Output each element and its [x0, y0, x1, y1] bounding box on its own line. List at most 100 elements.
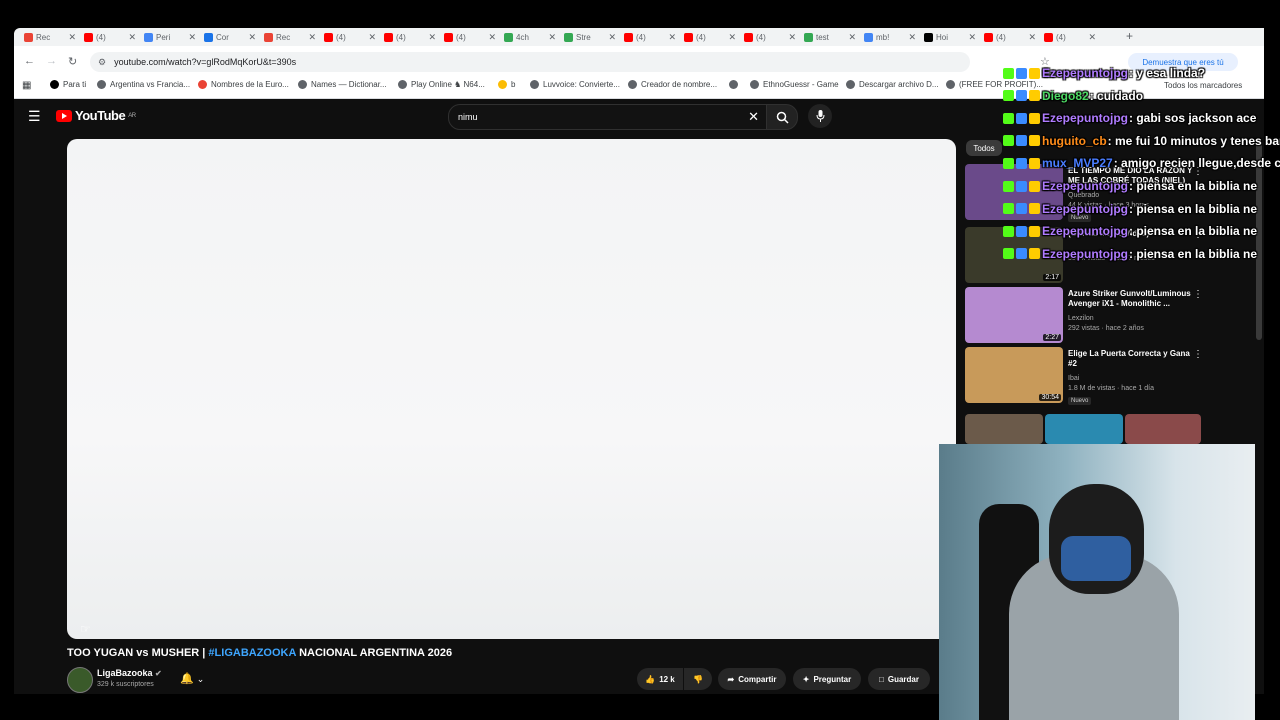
video-player[interactable] — [67, 139, 956, 639]
chat-badge-icon — [1029, 67, 1040, 79]
channel-name-text: LigaBazooka — [97, 668, 153, 678]
close-tab-icon[interactable]: ✕ — [968, 32, 976, 43]
bookmark-item[interactable]: Creador de nombre... — [628, 80, 717, 89]
voice-search-button[interactable] — [808, 104, 832, 128]
browser-tab[interactable]: (4) ✕ — [684, 30, 742, 44]
bookmark-item[interactable]: Descargar archivo D... — [846, 80, 939, 89]
hamburger-menu-icon[interactable]: ☰ — [28, 108, 41, 125]
more-options-icon[interactable]: ⋮ — [1193, 289, 1203, 300]
recommendation-item[interactable]: 30:54 Elige La Puerta Correcta y Gana #2 I… — [965, 347, 1255, 405]
close-tab-icon[interactable]: ✕ — [68, 32, 76, 43]
share-button[interactable]: ➦ Compartir — [718, 668, 786, 690]
chat-badge-icon — [1003, 225, 1014, 237]
browser-tab[interactable]: mb! ✕ — [864, 30, 922, 44]
browser-tab[interactable]: (4) ✕ — [984, 30, 1042, 44]
browser-tab[interactable]: Stre ✕ — [564, 30, 622, 44]
chat-text: : me fui 10 minutos y tenes bar — [1107, 133, 1280, 148]
bookmark-item[interactable]: Para ti — [50, 80, 86, 89]
dislike-button[interactable]: 👎 — [684, 668, 712, 690]
back-icon[interactable]: ← — [24, 55, 35, 67]
bookmark-item[interactable]: Nombres de la Euro... — [198, 80, 289, 89]
video-hashtag-link[interactable]: #LIGABAZOOKA — [208, 647, 296, 659]
close-tab-icon[interactable]: ✕ — [728, 32, 736, 43]
reload-icon[interactable]: ↻ — [68, 55, 77, 68]
new-tab-icon[interactable]: + — [1126, 29, 1133, 43]
bookmark-label: Descargar archivo D... — [859, 80, 939, 89]
bookmark-item[interactable]: Luvvoice: Convierte... — [530, 80, 620, 89]
close-tab-icon[interactable]: ✕ — [428, 32, 436, 43]
bookmark-item[interactable]: b — [498, 80, 515, 89]
chat-badge-icon — [1003, 248, 1014, 260]
youtube-logo[interactable]: YouTube AR — [56, 108, 136, 123]
tab-favicon-icon — [864, 32, 873, 42]
bookmark-favicon-icon — [398, 80, 407, 89]
close-tab-icon[interactable]: ✕ — [848, 32, 856, 43]
close-tab-icon[interactable]: ✕ — [608, 32, 616, 43]
chat-text: : cuidado — [1089, 88, 1144, 103]
browser-tab[interactable]: Peri ✕ — [144, 30, 202, 44]
chat-badge-icon — [1029, 225, 1040, 237]
sparkle-icon: ✦ — [802, 674, 810, 684]
browser-tab[interactable]: Cor ✕ — [204, 30, 262, 44]
more-options-icon[interactable]: ⋮ — [1193, 349, 1203, 360]
save-button[interactable]: □ Guardar — [868, 668, 930, 690]
browser-tab[interactable]: Rec ✕ — [24, 30, 82, 44]
close-tab-icon[interactable]: ✕ — [488, 32, 496, 43]
browser-tab[interactable]: (4) ✕ — [1044, 30, 1102, 44]
like-button[interactable]: 👍 12 k — [637, 668, 683, 690]
browser-tab[interactable]: (4) ✕ — [444, 30, 502, 44]
close-tab-icon[interactable]: ✕ — [1088, 32, 1096, 43]
chip-all[interactable]: Todos — [966, 140, 1002, 156]
youtube-play-icon — [56, 109, 72, 122]
close-tab-icon[interactable]: ✕ — [308, 32, 316, 43]
recommendation-partial[interactable] — [965, 414, 1201, 444]
search-button[interactable] — [766, 104, 798, 130]
clear-search-icon[interactable]: ✕ — [748, 109, 759, 125]
close-tab-icon[interactable]: ✕ — [668, 32, 676, 43]
notification-bell-button[interactable]: 🔔 ⌄ — [180, 672, 204, 685]
close-tab-icon[interactable]: ✕ — [908, 32, 916, 43]
browser-tab[interactable]: Rec ✕ — [264, 30, 322, 44]
bookmark-label: Creador de nombre... — [641, 80, 718, 89]
search-icon — [776, 111, 789, 124]
browser-tab[interactable]: (4) ✕ — [324, 30, 382, 44]
bookmark-item[interactable]: EthnoGuessr - Game — [750, 80, 839, 89]
forward-icon[interactable]: → — [46, 55, 57, 67]
bookmark-label: Play Online ♞ N64... — [411, 80, 485, 89]
verified-icon: ✔ — [155, 669, 162, 678]
bookmark-item[interactable]: Names — Dictionar... — [298, 80, 387, 89]
bookmark-item[interactable] — [729, 80, 742, 89]
bookmark-item[interactable]: Play Online ♞ N64... — [398, 80, 485, 89]
browser-tab[interactable]: Hoi ✕ — [924, 30, 982, 44]
search-input[interactable]: nimu ✕ — [448, 104, 768, 130]
bookmark-item[interactable]: Argentina vs Francia... — [97, 80, 190, 89]
omnibox[interactable]: ⚙ youtube.com/watch?v=glRodMqKorU&t=390s — [90, 52, 970, 72]
close-tab-icon[interactable]: ✕ — [1028, 32, 1036, 43]
ask-button[interactable]: ✦ Preguntar — [793, 668, 861, 690]
close-tab-icon[interactable]: ✕ — [548, 32, 556, 43]
chat-badge-icon — [1003, 135, 1014, 147]
browser-tab[interactable]: (4) ✕ — [84, 30, 142, 44]
close-tab-icon[interactable]: ✕ — [248, 32, 256, 43]
video-title: TOO YUGAN vs MUSHER | #LIGABAZOOKA NACIO… — [67, 647, 452, 659]
browser-tab[interactable]: (4) ✕ — [624, 30, 682, 44]
close-tab-icon[interactable]: ✕ — [788, 32, 796, 43]
close-tab-icon[interactable]: ✕ — [188, 32, 196, 43]
chat-username: Ezepepuntojpg — [1042, 201, 1128, 216]
browser-tab[interactable]: 4ch ✕ — [504, 30, 562, 44]
chat-username: Ezepepuntojpg — [1042, 224, 1128, 239]
channel-name[interactable]: LigaBazooka ✔ — [97, 668, 162, 678]
browser-tab[interactable]: test ✕ — [804, 30, 862, 44]
browser-tab[interactable]: (4) ✕ — [384, 30, 442, 44]
close-tab-icon[interactable]: ✕ — [128, 32, 136, 43]
recommendation-item[interactable]: 2:27 Azure Striker Gunvolt/Luminous Aveng… — [965, 287, 1255, 345]
all-bookmarks-link[interactable]: Todos los marcadores — [1164, 81, 1242, 90]
video-title-text-end: NACIONAL ARGENTINA 2026 — [296, 647, 453, 659]
channel-avatar[interactable] — [67, 667, 93, 693]
close-tab-icon[interactable]: ✕ — [368, 32, 376, 43]
site-info-icon[interactable]: ⚙ — [98, 57, 106, 68]
chat-badge-icon — [1003, 112, 1014, 124]
browser-tab[interactable]: (4) ✕ — [744, 30, 802, 44]
youtube-logo-text: YouTube — [75, 108, 126, 123]
apps-grid-icon[interactable]: ▦ — [22, 80, 31, 91]
